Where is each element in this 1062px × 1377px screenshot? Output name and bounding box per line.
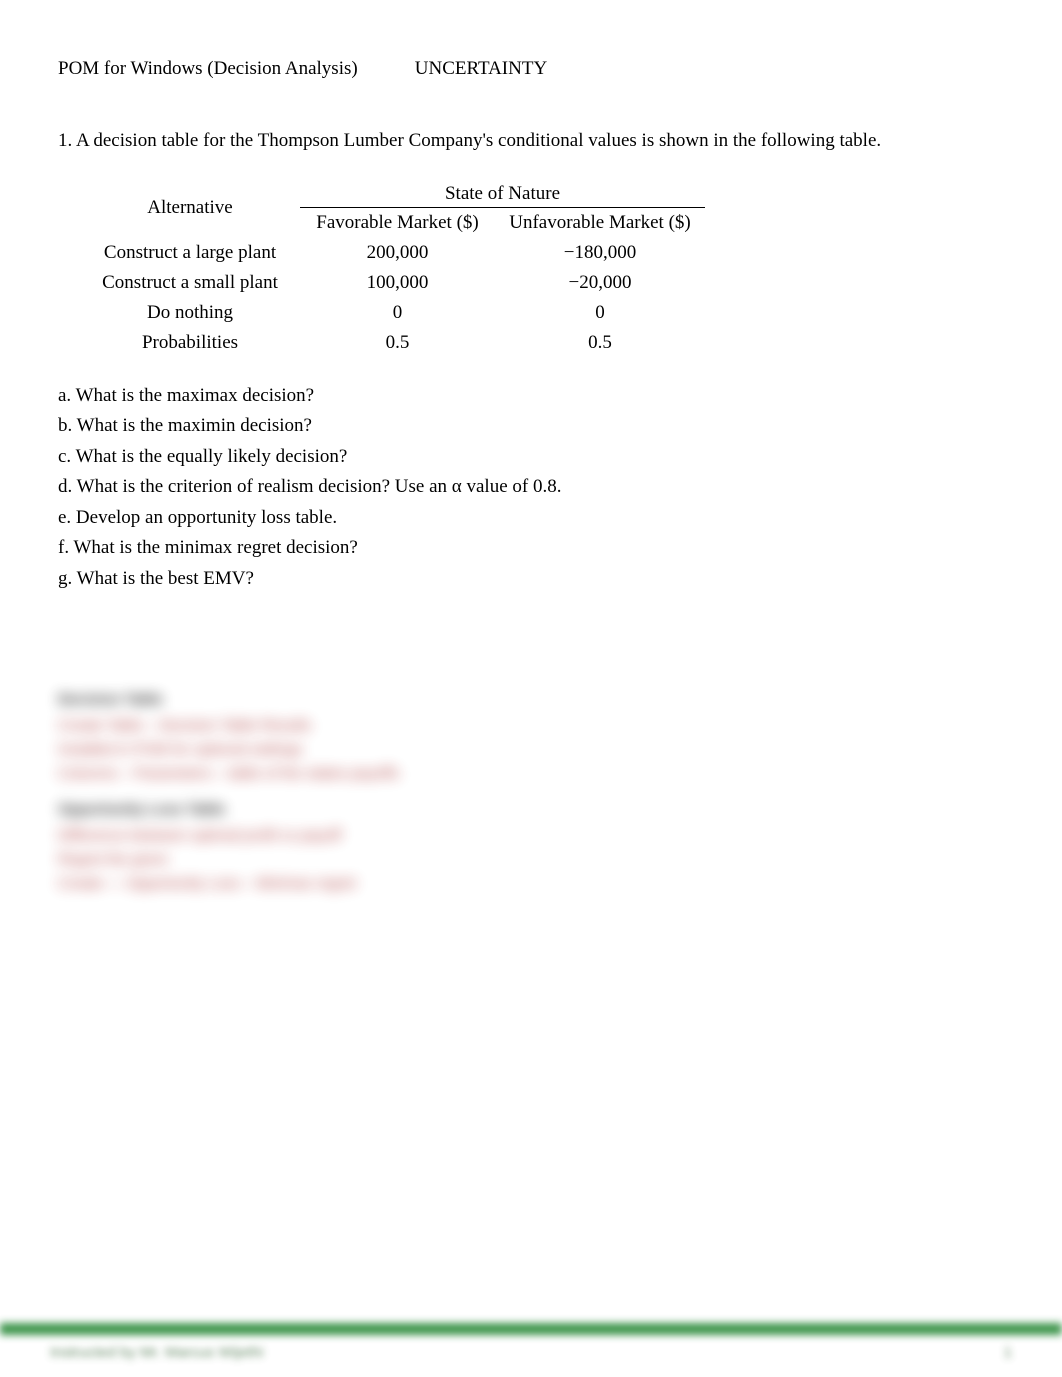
- table-row: Do nothing 0 0: [80, 298, 705, 328]
- problem-statement: 1. A decision table for the Thompson Lum…: [58, 128, 1004, 155]
- document-header: POM for Windows (Decision Analysis) UNCE…: [58, 58, 1004, 80]
- question-c: c. What is the equally likely decision?: [58, 443, 1004, 472]
- row-label: Do nothing: [80, 298, 300, 328]
- blur-group1-label: Decision Table: [58, 688, 568, 712]
- row-fav-value: 0: [300, 298, 495, 328]
- row-unfav-value: 0: [495, 298, 705, 328]
- question-g: g. What is the best EMV?: [58, 565, 1004, 594]
- table-row: Probabilities 0.5 0.5: [80, 328, 705, 358]
- row-fav-value: 0.5: [300, 328, 495, 358]
- table-header-favorable: Favorable Market ($): [300, 207, 495, 238]
- decision-table: Alternative State of Nature Favorable Ma…: [80, 179, 705, 358]
- header-title-left: POM for Windows (Decision Analysis): [58, 58, 410, 80]
- blur-line: Create — Opportunity Loss – Minimax regr…: [58, 872, 568, 896]
- question-b: b. What is the maximin decision?: [58, 412, 1004, 441]
- question-f: f. What is the minimax regret decision?: [58, 534, 1004, 563]
- question-d: d. What is the criterion of realism deci…: [58, 473, 1004, 502]
- blur-group2-label: Opportunity Loss Table: [58, 798, 568, 822]
- question-e: e. Develop an opportunity loss table.: [58, 504, 1004, 533]
- footer-page-number: 1: [1004, 1344, 1012, 1361]
- question-a: a. What is the maximax decision?: [58, 382, 1004, 411]
- blurred-content: Decision Table Create Table – Decision T…: [58, 688, 568, 908]
- blur-line: Difference between optimal profit vs pay…: [58, 824, 568, 848]
- row-fav-value: 100,000: [300, 268, 495, 298]
- header-title-right: UNCERTAINTY: [415, 58, 547, 80]
- footer-instructor: Instructed by Mr. Marcus Wijethi: [50, 1344, 263, 1361]
- question-list: a. What is the maximax decision? b. What…: [58, 382, 1004, 594]
- row-fav-value: 200,000: [300, 238, 495, 268]
- table-header-unfavorable: Unfavorable Market ($): [495, 207, 705, 238]
- row-unfav-value: 0.5: [495, 328, 705, 358]
- table-header-alternative: Alternative: [80, 179, 300, 238]
- row-label: Construct a small plant: [80, 268, 300, 298]
- row-unfav-value: −20,000: [495, 268, 705, 298]
- table-header-state-of-nature: State of Nature: [300, 179, 705, 208]
- blur-line: Create Table – Decision Table Results: [58, 714, 568, 738]
- footer-bar: [0, 1323, 1062, 1335]
- row-unfav-value: −180,000: [495, 238, 705, 268]
- table-row: Construct a small plant 100,000 −20,000: [80, 268, 705, 298]
- row-label: Construct a large plant: [80, 238, 300, 268]
- blur-line: Installed in POM for optional settings: [58, 738, 568, 762]
- row-label: Probabilities: [80, 328, 300, 358]
- table-row: Construct a large plant 200,000 −180,000: [80, 238, 705, 268]
- blur-line: Regret the given: [58, 848, 568, 872]
- blur-line: Columns – Parameters – table of the stat…: [58, 762, 568, 786]
